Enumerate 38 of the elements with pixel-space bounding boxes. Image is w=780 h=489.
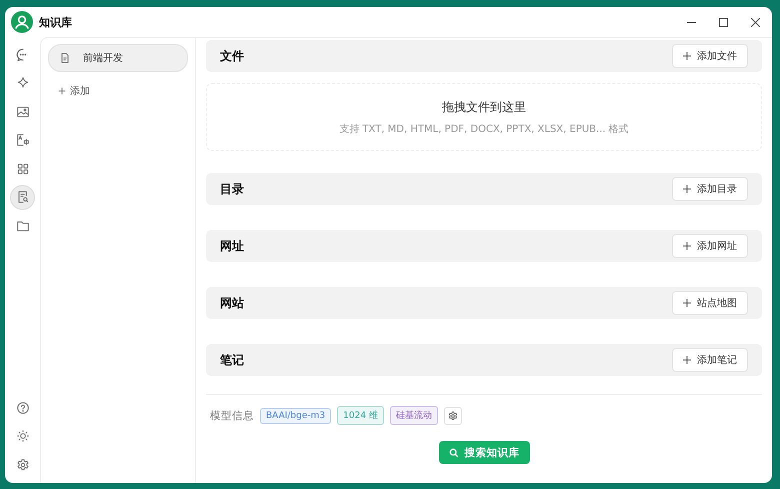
section-title: 网站 (220, 294, 244, 312)
search-icon (448, 448, 458, 458)
translate-icon (14, 132, 30, 148)
model-tag: BAAI/bge-m3 (260, 408, 332, 424)
model-tag: 硅基流动 (390, 406, 438, 425)
settings-button[interactable] (444, 406, 462, 424)
plus-icon (683, 242, 691, 250)
window-title: 知识库 (39, 14, 72, 30)
plus-icon (683, 185, 691, 193)
maximize-icon[interactable] (719, 18, 728, 26)
nav-button[interactable] (10, 184, 35, 210)
plus-icon (58, 87, 66, 95)
avatar-icon[interactable] (11, 11, 33, 33)
add-button[interactable]: 添加文件 (672, 44, 748, 68)
settings-icon (446, 410, 459, 422)
knowledge-base-item[interactable]: 前端开发 (48, 44, 188, 72)
section-title: 笔记 (220, 352, 244, 368)
plus-icon (683, 299, 691, 307)
dropzone-hint: 支持 TXT, MD, HTML, PDF, DOCX, PPTX, XLSX, EPUB... 格式 (339, 122, 629, 136)
document-icon (59, 52, 71, 64)
add-button[interactable]: 添加笔记 (672, 348, 748, 372)
plus-icon (683, 52, 691, 60)
section-title: 目录 (220, 180, 244, 198)
add-button[interactable]: 添加网址 (672, 234, 748, 258)
settings-icon (14, 456, 30, 472)
help-icon (14, 400, 30, 416)
model-info-label: 模型信息 (210, 408, 254, 422)
file-dropzone[interactable]: 拖拽文件到这里 支持 TXT, MD, HTML, PDF, DOCX, PPTX, XLSX, EPUB... 格式 (206, 83, 762, 151)
dropzone-title: 拖拽文件到这里 (442, 98, 526, 116)
plus-icon (683, 356, 691, 364)
close-icon[interactable] (751, 18, 760, 26)
add-button[interactable]: 添加目录 (672, 177, 748, 201)
section-title: 文件 (220, 48, 244, 64)
sun-icon (14, 428, 30, 444)
add-button[interactable]: 站点地图 (672, 291, 748, 315)
section-title: 网址 (220, 238, 244, 254)
model-tag: 1024 维 (337, 406, 384, 425)
add-button[interactable]: 添加 (48, 84, 188, 98)
